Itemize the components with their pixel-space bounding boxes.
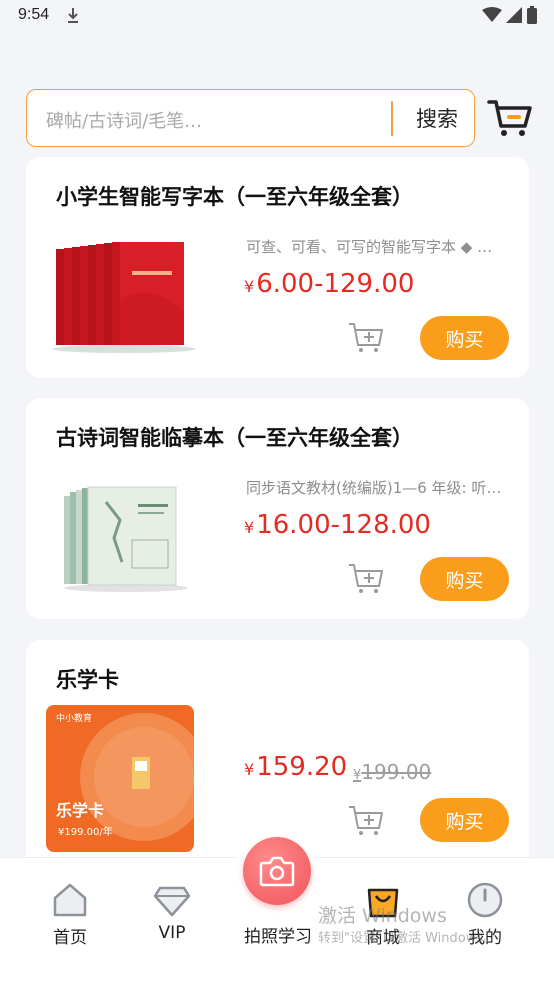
signal-icon: [506, 7, 522, 23]
product-description: 可查、可看、可写的智能写字本 ◆ …: [246, 238, 493, 256]
product-image: [64, 486, 188, 592]
wifi-icon: [482, 7, 502, 22]
camera-icon: [259, 856, 295, 887]
shopping-cart-icon[interactable]: [487, 98, 533, 138]
product-description: 同步语文教材(统编版)1—6 年级: 听…: [246, 479, 502, 497]
battery-icon: [527, 6, 537, 24]
card-brand: 乐学卡: [56, 801, 105, 820]
price-value: 159.20: [256, 752, 348, 782]
activation-watermark-title: 激活 Windows: [318, 905, 447, 927]
product-card[interactable]: 小学生智能写字本（一至六年级全套） 可查、可看、可写的智能写字本 ◆ … ¥6.…: [26, 157, 529, 378]
product-price: ¥159.20: [244, 752, 347, 782]
original-price: ¥199.00: [353, 760, 431, 784]
buy-button[interactable]: 购买: [420, 316, 509, 360]
camera-button-inner: [243, 837, 311, 905]
card-product-image: 中小教育 乐学卡 ¥199.00/年: [46, 705, 194, 852]
search-bar[interactable]: 碑帖/古诗词/毛笔… 搜索: [26, 89, 475, 147]
price-value: 6.00-129.00: [256, 269, 415, 299]
product-title: 古诗词智能临摹本（一至六年级全套）: [56, 426, 413, 450]
add-to-cart-icon[interactable]: [348, 321, 384, 353]
home-icon: [53, 883, 87, 917]
buy-button[interactable]: 购买: [420, 557, 509, 601]
product-price: ¥16.00-128.00: [244, 510, 431, 540]
currency-symbol: ¥: [244, 760, 255, 779]
product-image: [52, 242, 196, 353]
search-button[interactable]: 搜索: [399, 90, 475, 146]
search-input[interactable]: 碑帖/古诗词/毛笔…: [46, 107, 202, 133]
camera-button[interactable]: [235, 829, 319, 913]
product-card[interactable]: 古诗词智能临摹本（一至六年级全套） 同步语文教材(统编版)1—6 年级: 听… …: [26, 398, 529, 619]
status-icons: [482, 6, 538, 24]
old-price-value: 199.00: [361, 760, 432, 784]
download-icon: [68, 8, 78, 23]
buy-button[interactable]: 购买: [420, 798, 509, 842]
search-divider: [391, 101, 393, 136]
add-to-cart-icon[interactable]: [348, 562, 384, 594]
nav-label-camera: 拍照学习: [244, 927, 312, 947]
add-to-cart-icon[interactable]: [348, 804, 384, 836]
nav-label-home: 首页: [53, 928, 87, 948]
profile-icon: [467, 882, 503, 918]
product-title: 乐学卡: [56, 668, 119, 692]
product-title: 小学生智能写字本（一至六年级全套）: [56, 185, 413, 209]
card-price-text: ¥199.00/年: [58, 827, 113, 838]
status-bar: 9:54: [0, 0, 554, 32]
card-logo: 中小教育: [56, 714, 93, 724]
diamond-icon: [153, 886, 191, 917]
currency-symbol: ¥: [244, 518, 255, 537]
currency-symbol: ¥: [244, 277, 255, 296]
nav-label-vip: VIP: [158, 923, 186, 943]
price-value: 16.00-128.00: [256, 510, 431, 540]
activation-watermark-subtitle: 转到"设置"以激活 Windows。: [318, 931, 497, 946]
status-time: 9:54: [18, 6, 50, 23]
product-price: ¥6.00-129.00: [244, 269, 414, 299]
